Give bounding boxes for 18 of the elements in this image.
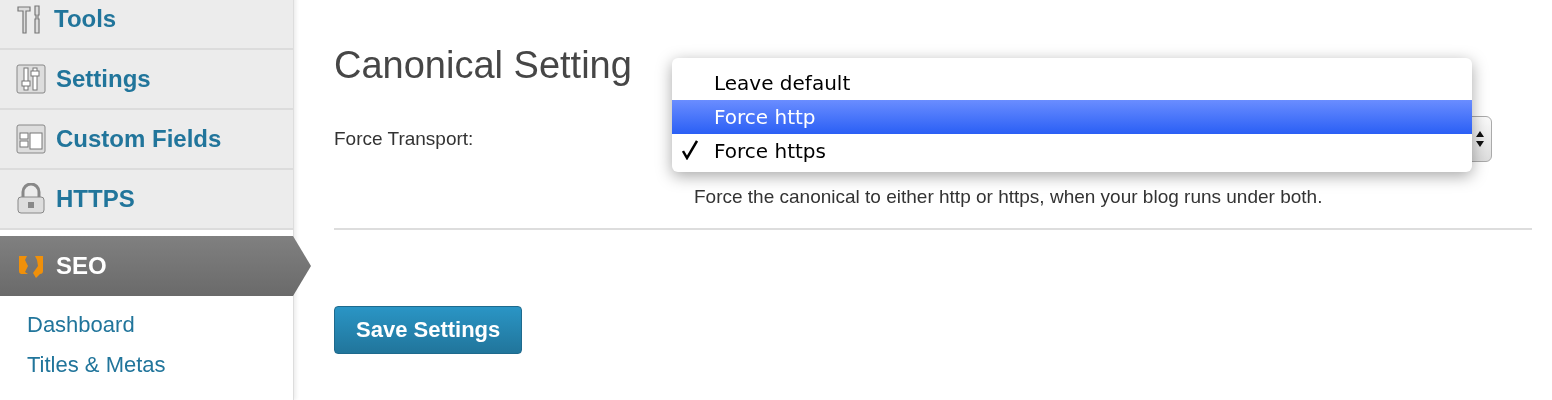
- lock-icon: [16, 183, 46, 215]
- dropdown-option[interactable]: Leave default: [672, 66, 1472, 100]
- sidebar-item[interactable]: Custom Fields: [0, 110, 293, 170]
- submenu-link[interactable]: Dashboard: [27, 312, 293, 338]
- sidebar-item[interactable]: Tools: [0, 0, 293, 50]
- save-button[interactable]: Save Settings: [334, 306, 523, 354]
- sidebar-item[interactable]: SEO: [0, 236, 311, 296]
- sliders-icon: [16, 64, 46, 94]
- sidebar-item[interactable]: Settings: [0, 50, 293, 110]
- page-heading: Canonical Setting: [334, 44, 632, 88]
- layout-icon: [16, 124, 46, 154]
- updown-arrows-icon: [1475, 130, 1485, 148]
- sidebar-item[interactable]: HTTPS: [0, 170, 293, 230]
- submenu-link[interactable]: Titles & Metas: [27, 352, 293, 378]
- field-description: Force the canonical to either http or https, when your blog runs under both.: [694, 186, 1324, 208]
- field-label: Force Transport:: [334, 128, 475, 150]
- dropdown-option[interactable]: Force https: [672, 134, 1472, 168]
- dropdown-option[interactable]: Force http: [672, 100, 1472, 134]
